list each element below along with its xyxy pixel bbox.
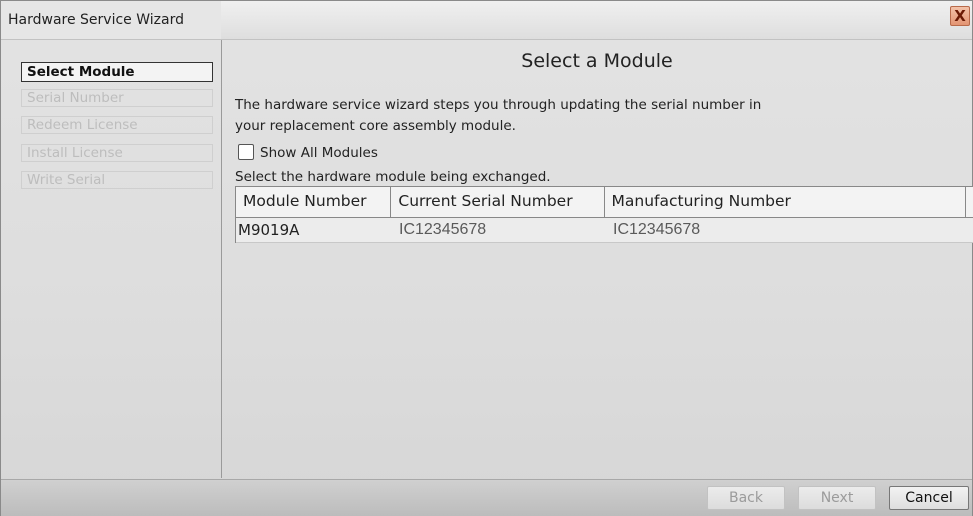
description-line-1: The hardware service wizard steps you th… (235, 97, 762, 113)
column-header-current-serial-number[interactable]: Current Serial Number (391, 187, 605, 217)
main-panel: Select a Module The hardware service wiz… (222, 40, 973, 478)
page-title: Select a Module (521, 50, 673, 72)
next-button[interactable]: Next (798, 486, 876, 510)
column-header-module-number[interactable]: Module Number (236, 187, 392, 217)
wizard-steps-sidebar: Select Module Serial Number Redeem Licen… (1, 40, 222, 478)
cancel-button[interactable]: Cancel (889, 486, 969, 510)
column-header-manufacturing-number[interactable]: Manufacturing Number (605, 187, 966, 217)
description: The hardware service wizard steps you th… (235, 95, 855, 137)
close-icon[interactable]: X (950, 6, 970, 26)
cell-current-serial-number[interactable]: IC12345678 (392, 218, 606, 242)
step-redeem-license: Redeem License (21, 116, 213, 134)
step-select-module[interactable]: Select Module (21, 62, 213, 82)
step-install-license: Install License (21, 144, 213, 162)
title-bar: Hardware Service Wizard X (1, 1, 972, 40)
description-line-2: your replacement core assembly module. (235, 118, 516, 134)
footer-bar: Back Next Cancel (1, 479, 972, 516)
show-all-modules-checkbox[interactable] (238, 144, 254, 160)
step-serial-number: Serial Number (21, 89, 213, 107)
instruction-text: Select the hardware module being exchang… (235, 169, 551, 185)
step-write-serial: Write Serial (21, 171, 213, 189)
window-title: Hardware Service Wizard (1, 1, 221, 39)
cell-manufacturing-number[interactable]: IC12345678 (606, 218, 969, 242)
table-header: Module Number Current Serial Number Manu… (236, 186, 973, 218)
column-header-spacer (966, 187, 973, 217)
wizard-window: Hardware Service Wizard X Select Module … (0, 0, 973, 516)
show-all-modules-option[interactable]: Show All Modules (238, 143, 378, 163)
show-all-modules-label[interactable]: Show All Modules (260, 145, 378, 161)
table-row[interactable]: M9019A IC12345678 IC12345678 (236, 218, 973, 243)
back-button[interactable]: Back (707, 486, 785, 510)
module-table: Module Number Current Serial Number Manu… (235, 186, 973, 243)
cell-module-number[interactable]: M9019A (236, 218, 392, 242)
